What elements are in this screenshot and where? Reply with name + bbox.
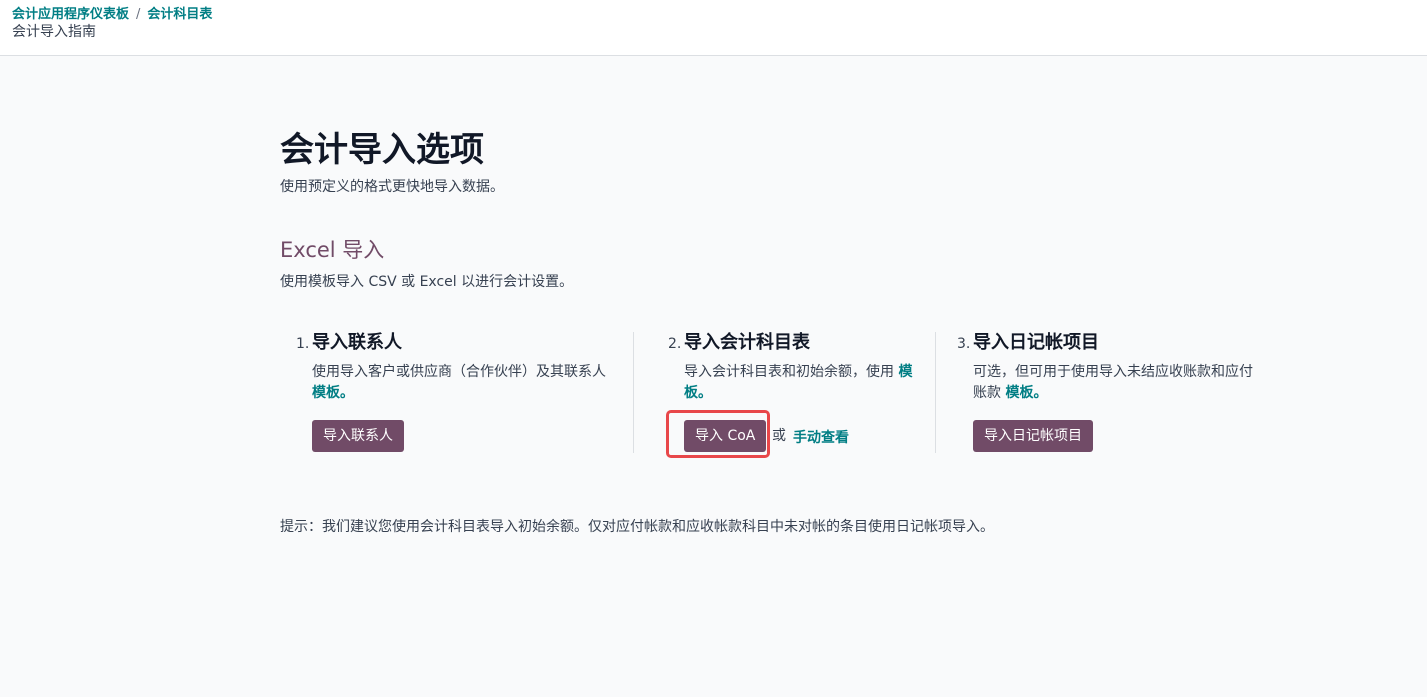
breadcrumb-current: 会计导入指南 — [12, 24, 96, 40]
step-description-text: 使用导入客户或供应商（合作伙伴）及其联系人 — [312, 364, 606, 380]
tip-text: 提示：我们建议您使用会计科目表导入初始余额。仅对应付帐款和应收帐款科目中未对帐的… — [280, 519, 994, 535]
step-number: 2. — [668, 336, 682, 352]
import-journal-items-button[interactable]: 导入日记帐项目 — [973, 420, 1093, 452]
template-link[interactable]: 模板。 — [1005, 385, 1047, 401]
step-description-text: 导入会计科目表和初始余额，使用 — [684, 364, 894, 380]
highlight-box — [666, 410, 770, 458]
step-description: 可选，但可用于使用导入未结应收账款和应付账款 模板。 — [973, 362, 1263, 404]
breadcrumb-item-chart-of-accounts[interactable]: 会计科目表 — [147, 7, 212, 22]
step-divider — [633, 332, 634, 453]
step-description: 导入会计科目表和初始余额，使用 模板。 — [684, 362, 918, 404]
step-title: 导入日记帐项目 — [973, 332, 1099, 353]
import-contacts-button[interactable]: 导入联系人 — [312, 420, 404, 452]
step-description: 使用导入客户或供应商（合作伙伴）及其联系人模板。 — [312, 362, 612, 404]
step-divider — [935, 332, 936, 453]
step-number: 3. — [957, 336, 971, 352]
step-title: 导入会计科目表 — [684, 332, 810, 353]
section-description: 使用模板导入 CSV 或 Excel 以进行会计设置。 — [280, 274, 574, 290]
step-title: 导入联系人 — [312, 332, 402, 353]
template-link[interactable]: 模板。 — [312, 385, 354, 401]
page-title: 会计导入选项 — [280, 130, 484, 170]
or-text: 或 — [772, 428, 786, 444]
breadcrumb-item-accounting-dashboard[interactable]: 会计应用程序仪表板 — [12, 7, 129, 22]
page-subtitle: 使用预定义的格式更快地导入数据。 — [280, 179, 504, 195]
control-panel: 会计应用程序仪表板 / 会计科目表 会计导入指南 — [0, 0, 1427, 56]
manual-review-link[interactable]: 手动查看 — [793, 427, 849, 447]
section-title-excel-import: Excel 导入 — [280, 238, 385, 262]
breadcrumb: 会计应用程序仪表板 / 会计科目表 — [12, 6, 212, 23]
breadcrumb-separator: / — [136, 7, 141, 22]
step-number: 1. — [296, 336, 310, 352]
